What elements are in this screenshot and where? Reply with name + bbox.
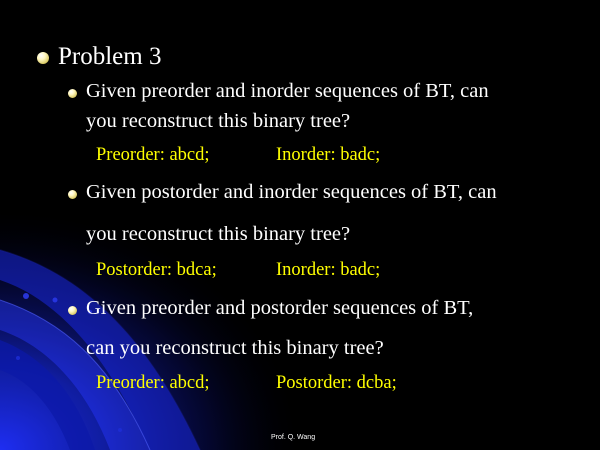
footer-author: Prof. Q. Wang — [271, 434, 316, 441]
title-bullet-icon — [37, 52, 49, 64]
item-2-bullet-icon — [68, 190, 77, 199]
item-3-sequence-a: Preorder: abcd; — [96, 373, 210, 393]
item-2-sequence-b: Inorder: badc; — [276, 260, 381, 280]
item-1-sequence-a: Preorder: abcd; — [96, 145, 210, 165]
item-1-bullet-icon — [68, 89, 77, 98]
slide-title: Problem 3 — [58, 43, 162, 70]
item-1-line-2: you reconstruct this binary tree? — [86, 110, 351, 132]
item-2-line-2: you reconstruct this binary tree? — [86, 223, 351, 245]
item-1-line-1: Given preorder and inorder sequences of … — [86, 80, 489, 102]
item-2-line-1: Given postorder and inorder sequences of… — [86, 181, 497, 203]
item-3-sequence-b: Postorder: dcba; — [276, 373, 397, 393]
item-3-bullet-icon — [68, 306, 77, 315]
item-1-sequence-b: Inorder: badc; — [276, 145, 381, 165]
item-3-line-2: can you reconstruct this binary tree? — [86, 337, 384, 359]
item-2-sequence-a: Postorder: bdca; — [96, 260, 217, 280]
item-3-line-1: Given preorder and postorder sequences o… — [86, 297, 474, 319]
